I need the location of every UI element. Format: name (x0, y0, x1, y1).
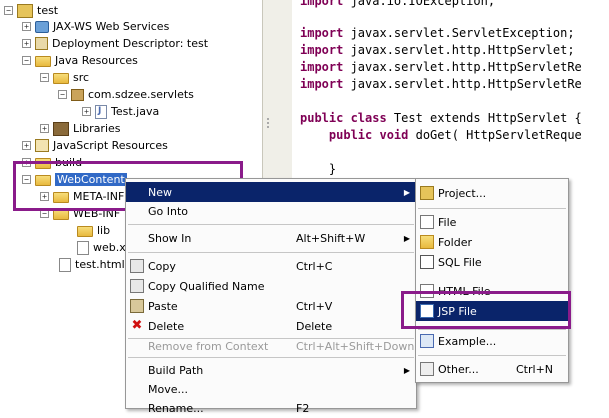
submenu-item-folder[interactable]: Folder (416, 232, 568, 252)
tree-item-label: Test.java (111, 105, 160, 118)
expand-icon[interactable]: + (22, 141, 31, 150)
tree-item-label: Deployment Descriptor: test (52, 37, 209, 50)
code-line: import javax.servlet.ServletException; (300, 26, 575, 40)
tree-item-label: test.html (75, 258, 125, 271)
html-file-icon (59, 257, 71, 272)
context-menu: New ▶ Go Into Show In Alt+Shift+W ▶ Copy… (125, 178, 417, 415)
menu-item-remove-from-context: Remove from Context Ctrl+Alt+Shift+Down (148, 339, 415, 353)
menu-item-copy-qualified-name[interactable]: Copy Qualified Name (126, 276, 416, 296)
menu-separator (418, 208, 566, 209)
menu-separator (418, 355, 566, 356)
source-folder-icon (53, 73, 69, 84)
tree-item-label: Libraries (73, 122, 121, 135)
menu-item-show-in[interactable]: Show In Alt+Shift+W ▶ (126, 228, 416, 248)
code-line: import javax.servlet.http.HttpServlet; (300, 43, 575, 57)
expand-icon[interactable]: + (22, 39, 31, 48)
copy-icon (130, 259, 144, 273)
project-icon (420, 186, 434, 200)
expand-icon[interactable]: + (40, 124, 49, 133)
submenu-item-project[interactable]: Project... (416, 183, 568, 203)
package-icon (71, 88, 84, 101)
submenu-arrow-icon: ▶ (403, 365, 410, 375)
submenu-item-other[interactable]: Other... Ctrl+N (416, 359, 568, 379)
menu-item-paste[interactable]: Paste Ctrl+V (126, 296, 416, 316)
collapse-icon[interactable]: − (40, 73, 49, 82)
collapse-icon[interactable]: − (22, 56, 31, 65)
code-line: import javax.servlet.http.HttpServletRe (300, 77, 582, 91)
libraries-icon (53, 121, 69, 136)
submenu-item-file[interactable]: File (416, 212, 568, 232)
java-resources-icon (35, 56, 51, 67)
fold-marker-icon (267, 118, 277, 128)
tree-item-label: test (37, 4, 59, 17)
collapse-icon[interactable]: − (4, 6, 13, 15)
annotation-highlight-box (401, 291, 571, 329)
folder-icon (77, 226, 93, 237)
descriptor-icon (35, 37, 48, 50)
javascript-icon (35, 139, 49, 152)
tree-item-label: Java Resources (55, 54, 138, 67)
code-line: } (300, 162, 337, 176)
menu-item-delete[interactable]: ✖ Delete Delete (126, 316, 416, 336)
menu-item-build-path[interactable]: Build Path ▶ (126, 360, 416, 380)
webservices-icon (35, 20, 49, 33)
file-icon (420, 215, 434, 229)
code-line: import javax.servlet.http.HttpServletRe (300, 60, 582, 74)
xml-file-icon (77, 240, 89, 255)
submenu-item-example[interactable]: Example... (416, 331, 568, 351)
delete-icon: ✖ (131, 318, 143, 333)
tree-item-label: lib (97, 224, 111, 237)
tree-item-label: com.sdzee.servlets (88, 88, 194, 101)
menu-item-new[interactable]: New ▶ (126, 182, 416, 202)
tree-item-test-html[interactable]: test.html (46, 255, 125, 274)
code-line: public void doGet( HttpServletReque (300, 128, 582, 142)
submenu-arrow-icon: ▶ (403, 187, 410, 197)
example-icon (420, 334, 434, 348)
menu-item-move[interactable]: Move... (126, 379, 416, 399)
submenu-arrow-icon: ▶ (403, 233, 410, 243)
project-icon (17, 3, 33, 18)
tree-item-label: web.x (93, 241, 126, 254)
menu-item-copy[interactable]: Copy Ctrl+C (126, 256, 416, 276)
collapse-icon[interactable]: − (58, 90, 67, 99)
copy-qualified-icon (130, 279, 144, 293)
code-line: public class Test extends HttpServlet { (300, 111, 582, 125)
menu-separator (128, 224, 414, 225)
menu-separator (128, 252, 414, 253)
tree-item-label: JavaScript Resources (53, 139, 168, 152)
sql-file-icon (420, 255, 434, 269)
tree-item-label: JAX-WS Web Services (53, 20, 170, 33)
expand-icon[interactable]: + (82, 107, 91, 116)
submenu-item-sql-file[interactable]: SQL File (416, 252, 568, 272)
folder-icon (420, 235, 434, 249)
menu-item-rename[interactable]: Rename... F2 (126, 398, 416, 418)
new-submenu: Project... File Folder SQL File HTML Fil… (415, 178, 569, 383)
menu-item-go-into[interactable]: Go Into (126, 201, 416, 221)
menu-separator (128, 357, 414, 358)
expand-icon[interactable]: + (22, 22, 31, 31)
menu-separator (418, 329, 566, 330)
java-file-icon: J (95, 104, 107, 119)
tree-item-label: src (73, 71, 90, 84)
other-wizard-icon (420, 362, 434, 376)
paste-icon (130, 299, 144, 313)
code-line: import java.io.IOException; (300, 0, 496, 8)
